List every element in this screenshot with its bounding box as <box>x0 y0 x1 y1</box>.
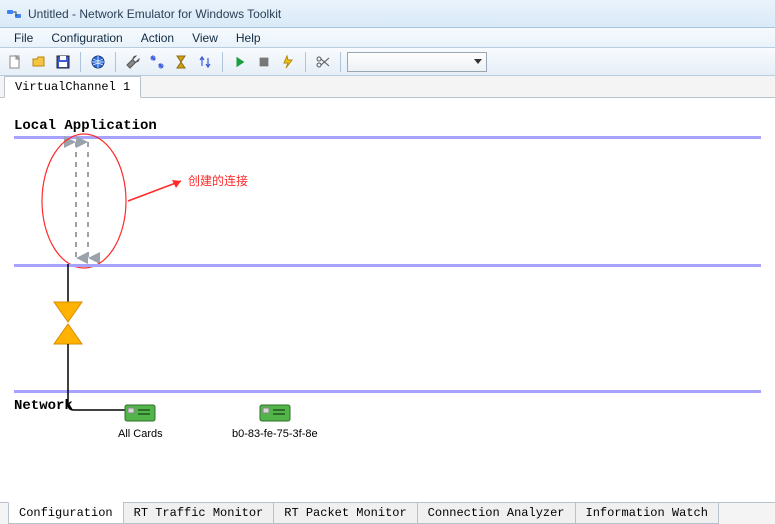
link-filter-button[interactable] <box>146 51 168 73</box>
top-tabstrip: VirtualChannel 1 <box>0 76 775 98</box>
new-file-button[interactable] <box>4 51 26 73</box>
toolbar <box>0 48 775 76</box>
menu-configuration[interactable]: Configuration <box>43 29 130 47</box>
wrench-button[interactable] <box>122 51 144 73</box>
toolbar-separator <box>222 52 223 72</box>
toolbar-separator <box>340 52 341 72</box>
tab-connection-analyzer[interactable]: Connection Analyzer <box>417 502 576 524</box>
menu-action[interactable]: Action <box>133 29 182 47</box>
network-label: Network <box>14 398 73 414</box>
tab-rt-traffic-monitor[interactable]: RT Traffic Monitor <box>123 502 275 524</box>
toolbar-separator <box>115 52 116 72</box>
nic-item-mac[interactable]: b0-83-fe-75-3f-8e <box>232 402 318 440</box>
chevron-down-icon <box>474 59 482 64</box>
tab-information-watch[interactable]: Information Watch <box>575 502 719 524</box>
open-file-button[interactable] <box>28 51 50 73</box>
menubar: File Configuration Action View Help <box>0 28 775 48</box>
menu-view[interactable]: View <box>184 29 226 47</box>
bottom-tabstrip: Configuration RT Traffic Monitor RT Pack… <box>0 502 775 524</box>
menu-help[interactable]: Help <box>228 29 269 47</box>
toolbar-separator <box>80 52 81 72</box>
annotation-shapes-icon <box>36 126 196 276</box>
bolt-button[interactable] <box>277 51 299 73</box>
nic-icon <box>259 402 291 424</box>
menu-file[interactable]: File <box>6 29 41 47</box>
arrows-updown-button[interactable] <box>194 51 216 73</box>
nic-label: b0-83-fe-75-3f-8e <box>232 428 318 440</box>
nic-item-all-cards[interactable]: All Cards <box>118 402 163 440</box>
tab-configuration[interactable]: Configuration <box>8 502 124 524</box>
nic-icon <box>124 402 156 424</box>
filter-shape-icon <box>48 264 88 392</box>
nic-label: All Cards <box>118 428 163 440</box>
toolbar-separator <box>305 52 306 72</box>
globe-button[interactable] <box>87 51 109 73</box>
annotation-text: 创建的连接 <box>188 172 248 189</box>
canvas-area: Local Application 创建的连接 Network <box>0 98 775 498</box>
tab-rt-packet-monitor[interactable]: RT Packet Monitor <box>273 502 417 524</box>
mid-rule-1 <box>14 264 761 267</box>
hourglass-button[interactable] <box>170 51 192 73</box>
window-title: Untitled - Network Emulator for Windows … <box>28 7 281 21</box>
scissors-button[interactable] <box>312 51 334 73</box>
titlebar: Untitled - Network Emulator for Windows … <box>0 0 775 28</box>
toolbar-combo[interactable] <box>347 52 487 72</box>
tab-virtualchannel[interactable]: VirtualChannel 1 <box>4 76 141 98</box>
stop-button[interactable] <box>253 51 275 73</box>
app-icon <box>6 6 22 22</box>
save-file-button[interactable] <box>52 51 74 73</box>
play-button[interactable] <box>229 51 251 73</box>
